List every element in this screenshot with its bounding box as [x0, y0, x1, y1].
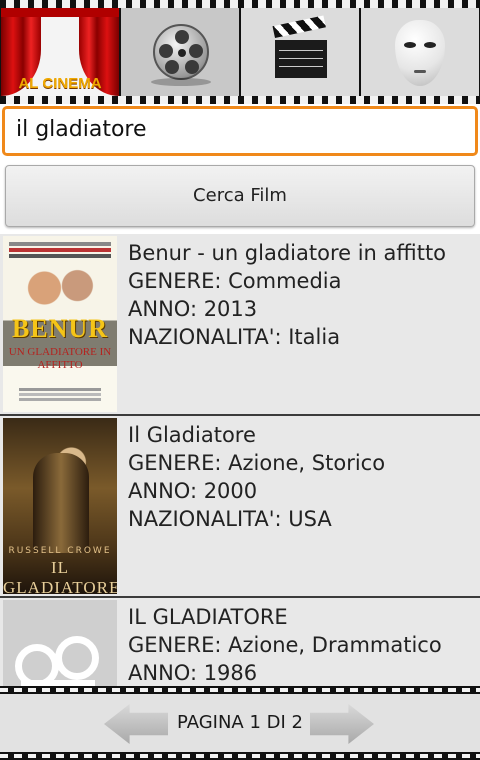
movie-year: ANNO: 2013 [128, 297, 258, 321]
placeholder-poster-icon [3, 600, 117, 686]
poster-title: IL GLADIATORE [3, 558, 117, 594]
clapperboard-icon [272, 15, 327, 78]
film-strip-bottom [0, 752, 480, 760]
tab-theater[interactable] [361, 8, 479, 96]
movie-year: ANNO: 2000 [128, 479, 258, 503]
movie-title: Benur - un gladiatore in affitto [128, 241, 447, 265]
next-page-button[interactable] [310, 704, 374, 744]
movie-info: Il Gladiatore GENERE: Azione, Storico AN… [128, 421, 478, 533]
tab-clapperboard[interactable] [241, 8, 359, 96]
movie-genre: GENERE: Azione, Storico [128, 451, 386, 475]
movie-title: Il Gladiatore [128, 423, 256, 447]
poster-subtitle: UN GLADIATORE IN AFFITTO [8, 346, 112, 371]
tab-al-cinema[interactable]: AL CINEMA [1, 8, 119, 96]
results-list[interactable]: BENUR UN GLADIATORE IN AFFITTO Benur - u… [0, 234, 480, 686]
film-perforations-bottom [0, 96, 480, 104]
curtain-valance [1, 8, 119, 17]
movie-info: IL GLADIATORE GENERE: Azione, Drammatico… [128, 603, 478, 686]
tab-film-reel[interactable] [121, 8, 239, 96]
poster-credit: RUSSELL CROWE [8, 546, 112, 556]
movie-poster: RUSSELL CROWE IL GLADIATORE [3, 418, 117, 594]
film-perforations-top [0, 0, 480, 8]
movie-nationality: NAZIONALITA': Italia [128, 325, 341, 349]
theater-mask-icon [395, 20, 445, 86]
list-item[interactable]: IL GLADIATORE GENERE: Azione, Drammatico… [0, 598, 480, 686]
film-reel-icon [153, 24, 209, 80]
movie-title: IL GLADIATORE [128, 605, 288, 629]
movie-poster: BENUR UN GLADIATORE IN AFFITTO [3, 236, 117, 412]
tab-label-al-cinema: AL CINEMA [18, 75, 102, 92]
reel-shadow [151, 78, 211, 86]
movie-year: ANNO: 1986 [128, 661, 258, 685]
pagination-bar: PAGINA 1 DI 2 [0, 686, 480, 760]
search-button[interactable]: Cerca Film [5, 165, 475, 227]
list-item[interactable]: RUSSELL CROWE IL GLADIATORE Il Gladiator… [0, 416, 480, 598]
tab-bar: AL CINEMA [0, 0, 480, 104]
movie-nationality: NAZIONALITA': USA [128, 507, 332, 531]
arrow-right-icon [310, 704, 374, 744]
poster-title: BENUR [11, 314, 108, 343]
search-input[interactable]: il gladiatore [2, 106, 478, 156]
movie-genre: GENERE: Azione, Drammatico [128, 633, 442, 657]
movie-info: Benur - un gladiatore in affitto GENERE:… [128, 239, 478, 351]
film-strip-top [0, 686, 480, 694]
list-item[interactable]: BENUR UN GLADIATORE IN AFFITTO Benur - u… [0, 234, 480, 416]
movie-genre: GENERE: Commedia [128, 269, 342, 293]
page-indicator: PAGINA 1 DI 2 [177, 712, 303, 733]
